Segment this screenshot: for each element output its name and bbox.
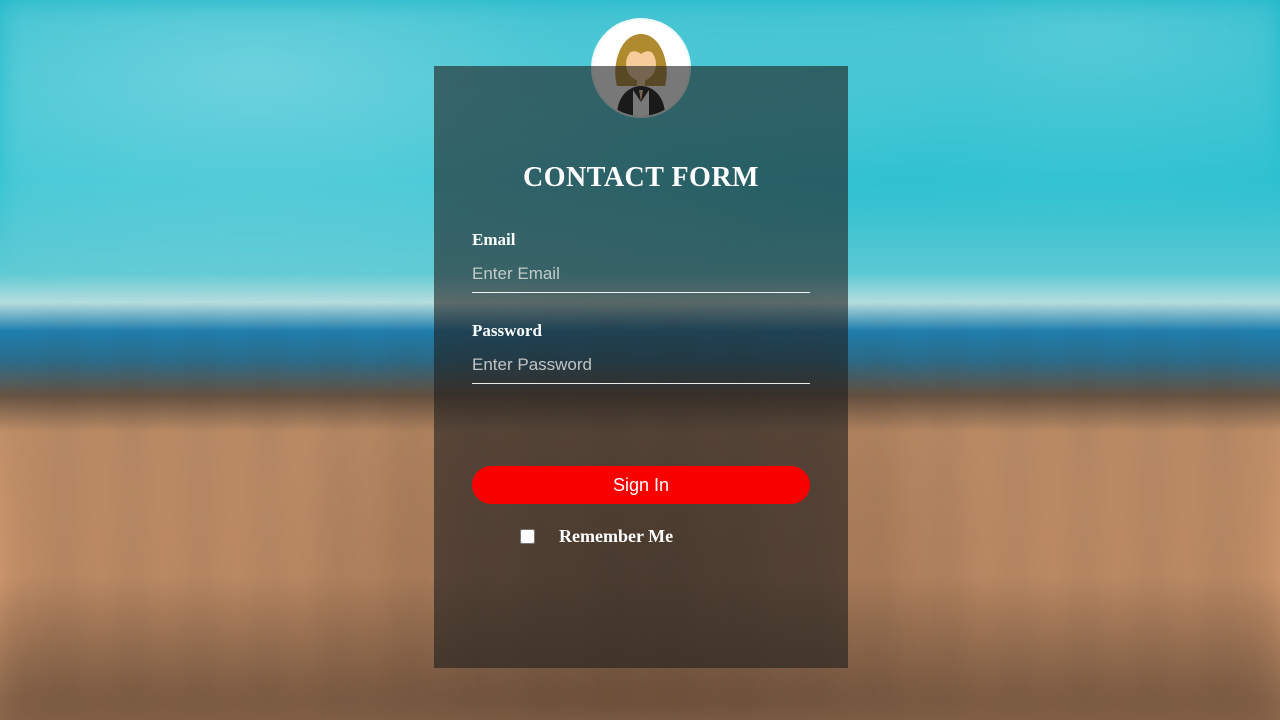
email-label: Email (472, 230, 810, 250)
email-input[interactable] (472, 258, 810, 293)
sign-in-button[interactable]: Sign In (472, 466, 810, 504)
remember-me-checkbox[interactable] (520, 529, 535, 544)
remember-me-group: Remember Me (472, 526, 810, 547)
password-field-group: Password (472, 321, 810, 384)
remember-me-label: Remember Me (559, 526, 673, 547)
contact-form-card: CONTACT FORM Email Password Sign In Reme… (434, 66, 848, 668)
password-label: Password (472, 321, 810, 341)
form-title: CONTACT FORM (472, 162, 810, 194)
password-input[interactable] (472, 349, 810, 384)
email-field-group: Email (472, 230, 810, 293)
